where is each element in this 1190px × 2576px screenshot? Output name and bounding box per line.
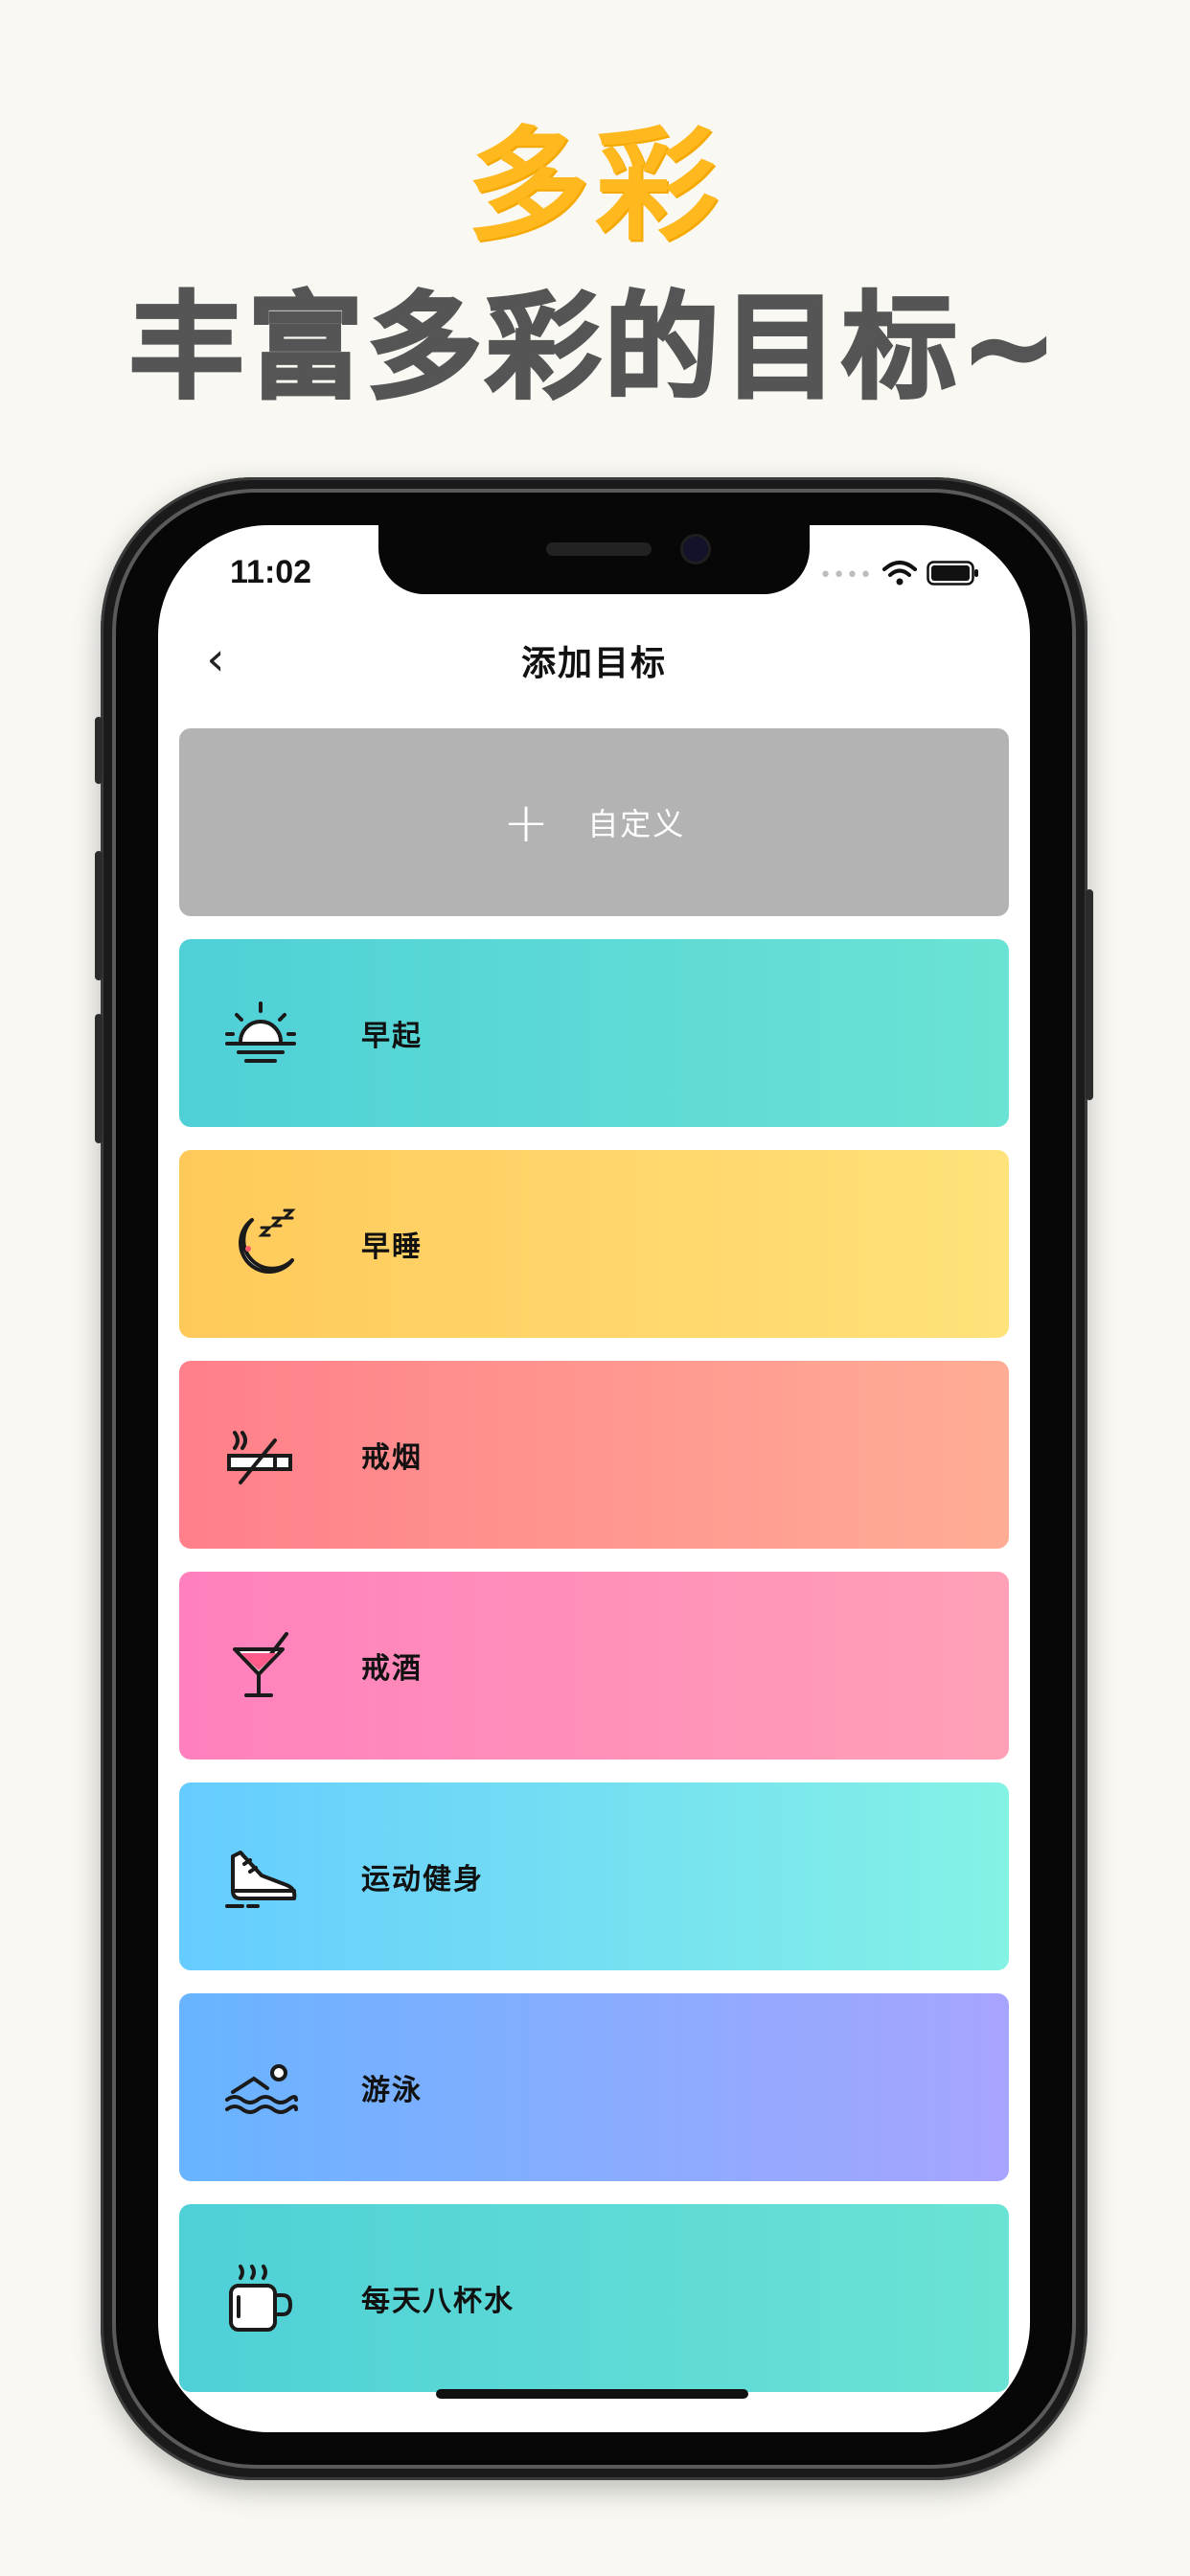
wifi-icon — [882, 560, 917, 590]
sunrise-icon — [217, 990, 304, 1076]
goal-card[interactable]: 每天八杯水 — [179, 2204, 1009, 2392]
goal-label: 早起 — [361, 1020, 423, 1053]
no-smoking-icon — [217, 1412, 304, 1498]
cocktail-icon — [217, 1622, 304, 1709]
marketing-tag: 多彩 — [466, 115, 723, 258]
phone-screen: 11:02 •••• ‹ 添加目标 + 自定义 早起 早睡 戒烟 戒酒 运动健身… — [158, 525, 1030, 2432]
notch — [378, 525, 810, 594]
power-button — [1086, 889, 1093, 1100]
volume-down-button — [95, 1014, 103, 1143]
mute-switch — [95, 717, 103, 784]
goal-card[interactable]: 游泳 — [179, 1993, 1009, 2181]
goal-label: 戒烟 — [361, 1441, 423, 1475]
plus-icon: + — [502, 790, 550, 855]
battery-icon — [927, 561, 980, 589]
custom-goal-button[interactable]: + 自定义 — [179, 728, 1009, 916]
phone-frame: 11:02 •••• ‹ 添加目标 + 自定义 早起 早睡 戒烟 戒酒 运动健身… — [95, 477, 1093, 2480]
goal-label: 戒酒 — [361, 1652, 423, 1686]
goal-card[interactable]: 运动健身 — [179, 1782, 1009, 1970]
status-indicators: •••• — [819, 560, 980, 590]
moon-sleep-icon — [217, 1201, 304, 1287]
goal-label: 运动健身 — [361, 1863, 484, 1897]
goal-card[interactable]: 早睡 — [179, 1150, 1009, 1338]
goal-card[interactable]: 戒烟 — [179, 1361, 1009, 1549]
goal-label: 每天八杯水 — [361, 2285, 515, 2318]
status-time: 11:02 — [230, 554, 312, 590]
goal-label: 游泳 — [361, 2074, 423, 2107]
sneaker-icon — [217, 1833, 304, 1920]
front-camera — [683, 537, 708, 562]
custom-goal-label: 自定义 — [587, 806, 686, 842]
goal-card[interactable]: 戒酒 — [179, 1572, 1009, 1760]
volume-up-button — [95, 851, 103, 980]
goal-card[interactable]: 早起 — [179, 939, 1009, 1127]
speaker-grille — [546, 542, 652, 556]
goal-label: 早睡 — [361, 1230, 423, 1264]
page-title: 添加目标 — [520, 644, 667, 683]
home-indicator — [436, 2389, 748, 2399]
mug-icon — [217, 2255, 304, 2341]
signal-icon: •••• — [819, 563, 873, 587]
marketing-headline: 丰富多彩的目标~ — [127, 281, 1062, 417]
swimmer-icon — [217, 2044, 304, 2130]
